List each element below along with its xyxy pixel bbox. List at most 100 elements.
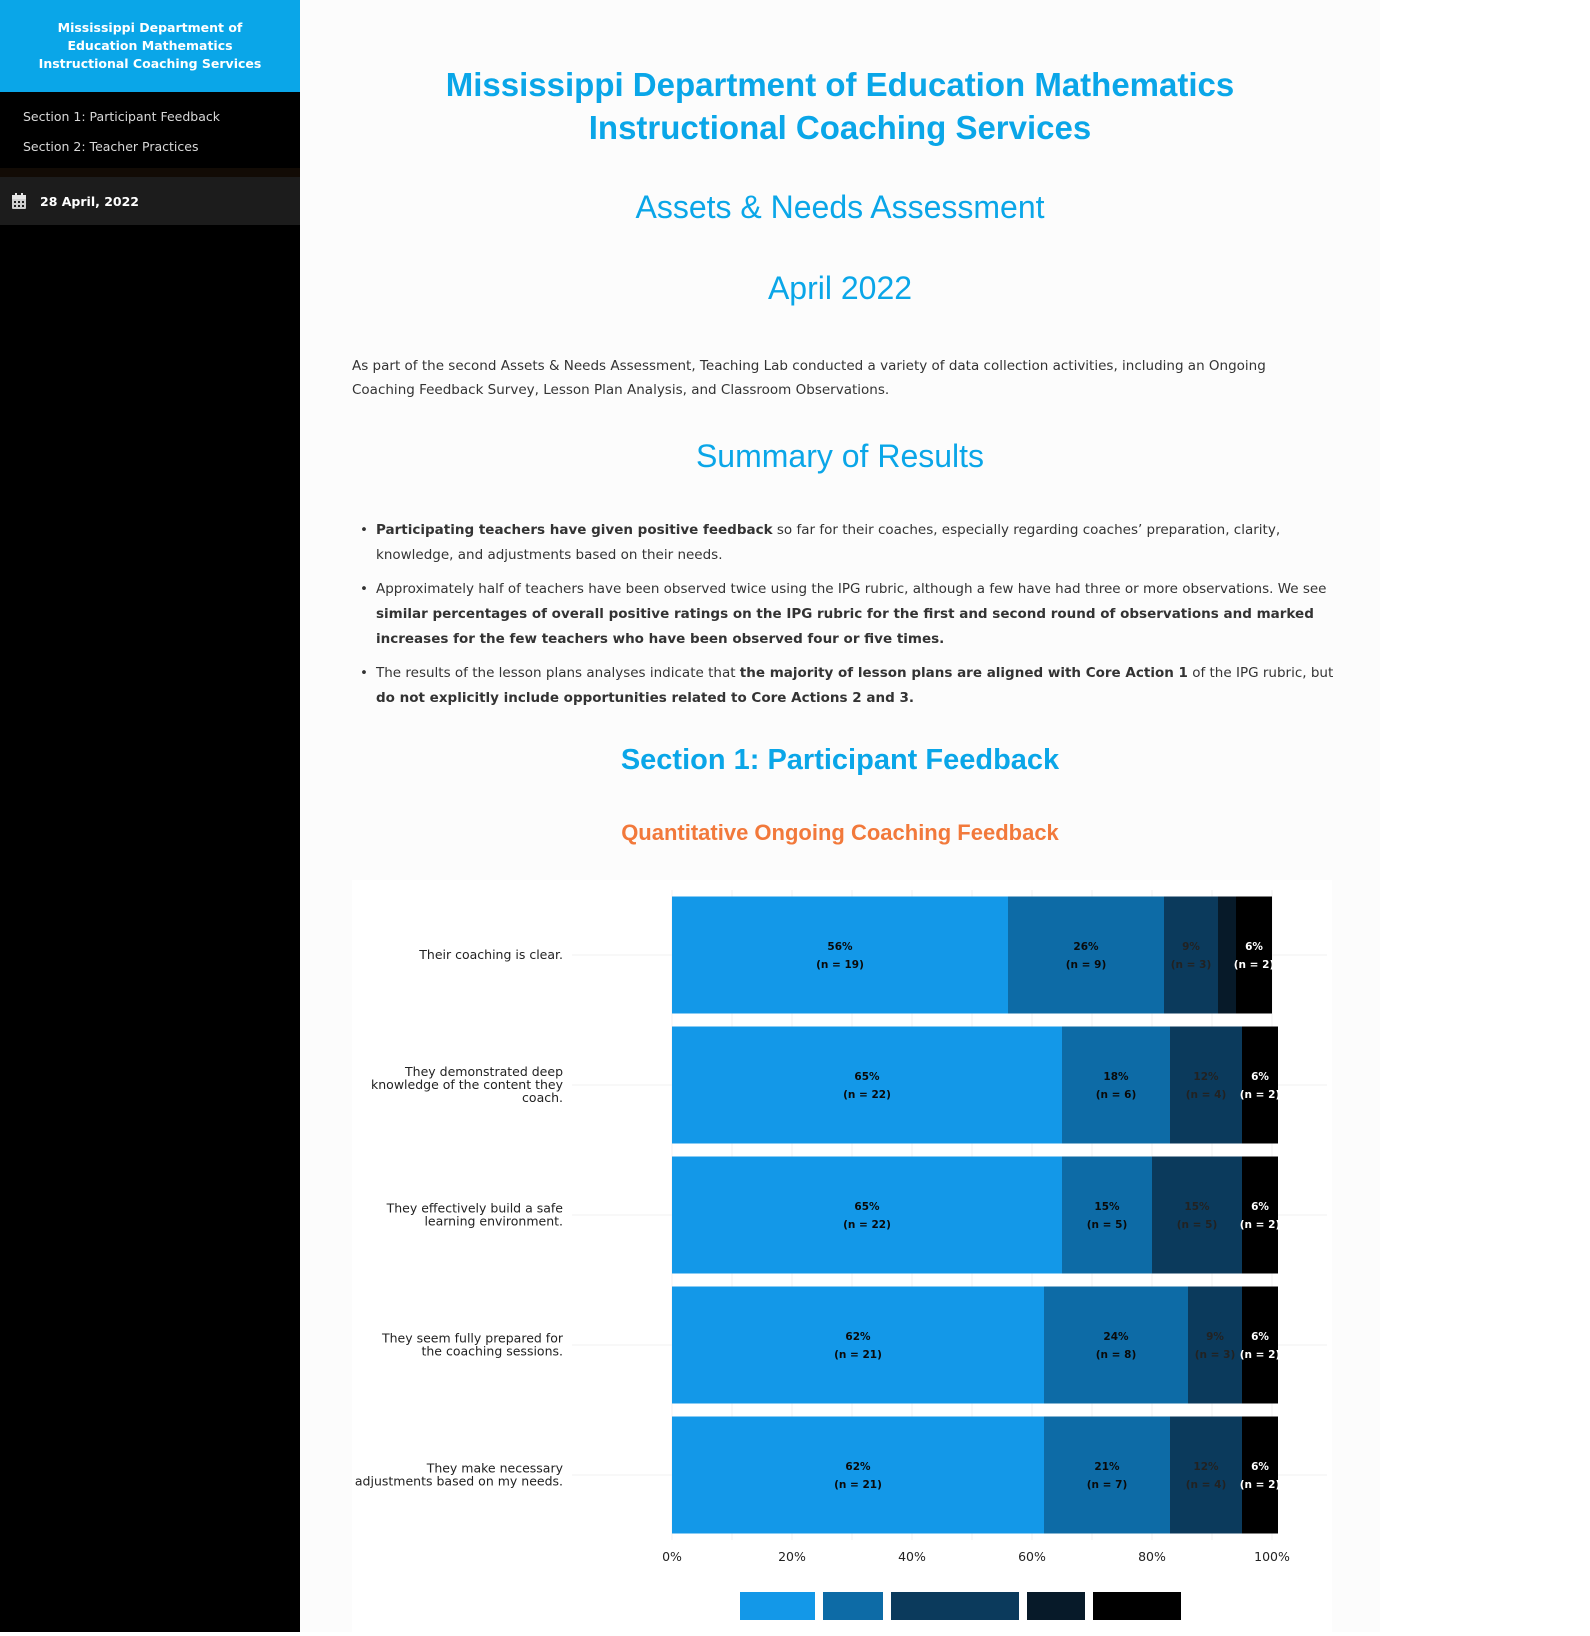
data-label: (n = 19): [816, 959, 864, 971]
data-label: 21%: [1094, 1461, 1120, 1473]
data-label: 12%: [1193, 1461, 1219, 1473]
bar-segment: [1242, 1286, 1278, 1404]
intro-paragraph: As part of the second Assets & Needs Ass…: [352, 358, 1266, 398]
summary-list: Participating teachers have given positi…: [352, 518, 1352, 720]
bullet-text: of the IPG rubric, but: [1187, 665, 1334, 681]
data-label: 15%: [1184, 1201, 1210, 1213]
data-label: (n = 6): [1096, 1089, 1137, 1101]
date-heading: April 2022: [767, 270, 913, 306]
legend-swatch: [1093, 1592, 1181, 1620]
subtitle: Assets & Needs Assessment: [635, 189, 1045, 225]
category-label: Their coaching is clear.: [418, 947, 563, 962]
bar-segment: [1062, 1026, 1170, 1144]
bullet-text: The results of the lesson plans analyses…: [376, 665, 740, 681]
bullet-bold-text: Participating teachers have given positi…: [376, 522, 773, 538]
data-label: 6%: [1251, 1331, 1269, 1343]
bar-segment: [1242, 1156, 1278, 1274]
sidebar-divider: [0, 168, 300, 177]
category-label: They effectively build a safe learning en…: [386, 1201, 564, 1229]
bar-segment: [672, 1286, 1044, 1404]
feedback-chart: Their coaching is clear. 56% (n = 19) 26% (n…: [352, 880, 1332, 1632]
page-title-line1: Mississippi Department of Education Math…: [445, 66, 1235, 103]
sidebar-nav: Section 1: Participant Feedback Section …: [0, 92, 300, 168]
bar-segment: [672, 1026, 1062, 1144]
bar-segment: [1188, 1286, 1242, 1404]
summary-bullet: The results of the lesson plans analyses…: [352, 661, 1352, 711]
sidebar-title[interactable]: Mississippi Department of Education Math…: [0, 0, 300, 92]
bar-segment: [1044, 1416, 1170, 1534]
x-tick-label: 60%: [1018, 1549, 1046, 1564]
data-label: 65%: [854, 1071, 880, 1083]
data-label: (n = 22): [843, 1219, 891, 1231]
data-label: (n = 21): [834, 1479, 882, 1491]
chart-svg: Their coaching is clear. 56% (n = 19) 26% (n…: [355, 890, 1327, 1620]
category-label-line: learning environment.: [424, 1214, 563, 1229]
category-label-line: adjustments based on my needs.: [355, 1474, 563, 1489]
page-title: Mississippi Department of Education Math…: [300, 63, 1380, 149]
x-tick-label: 20%: [778, 1549, 806, 1564]
legend-swatch: [1027, 1592, 1085, 1620]
category-label-line: coach.: [522, 1090, 563, 1105]
data-label: 6%: [1251, 1071, 1269, 1083]
data-label: (n = 4): [1186, 1479, 1227, 1491]
x-tick-label: 40%: [898, 1549, 926, 1564]
bar-segment: [1062, 1156, 1152, 1274]
data-label: (n = 2): [1240, 1089, 1281, 1101]
bar-segment: [1242, 1026, 1278, 1144]
data-label: (n = 4): [1186, 1089, 1227, 1101]
bullet-bold-text: the majority of lesson plans are aligned…: [739, 665, 1188, 681]
bar-segment: [672, 1156, 1062, 1274]
bar-segment: [1044, 1286, 1188, 1404]
sidebar-item-teacher-practices[interactable]: Section 2: Teacher Practices: [0, 132, 300, 162]
bar-segment: [1008, 896, 1164, 1014]
bar-segment: [1218, 896, 1236, 1014]
data-label: (n = 5): [1177, 1219, 1218, 1231]
sidebar-date-text: 28 April, 2022: [40, 193, 139, 209]
data-label: (n = 3): [1195, 1349, 1236, 1361]
data-label: 15%: [1094, 1201, 1120, 1213]
bar-segment: [1152, 1156, 1242, 1274]
legend-swatch: [823, 1592, 883, 1620]
category-label: They make necessary adjustments based on …: [355, 1461, 564, 1489]
chart-heading: Quantitative Ongoing Coaching Feedback: [621, 820, 1059, 845]
category-label: They seem fully prepared for the coaching…: [381, 1331, 564, 1359]
data-label: 6%: [1251, 1201, 1269, 1213]
data-label: (n = 21): [834, 1349, 882, 1361]
data-label: 65%: [854, 1201, 880, 1213]
sidebar-date: 28 April, 2022: [0, 177, 300, 225]
data-label: 62%: [845, 1461, 871, 1473]
main-content: Mississippi Department of Education Math…: [300, 0, 1380, 1632]
x-tick-label: 100%: [1254, 1549, 1290, 1564]
data-label: (n = 8): [1096, 1349, 1137, 1361]
data-label: 26%: [1073, 941, 1099, 953]
data-label: (n = 22): [843, 1089, 891, 1101]
data-label: (n = 2): [1240, 1479, 1281, 1491]
x-tick-label: 0%: [662, 1549, 682, 1564]
data-label: 9%: [1182, 941, 1200, 953]
legend-swatch: [740, 1592, 815, 1620]
x-tick-label: 80%: [1138, 1549, 1166, 1564]
category-label-line: Their coaching is clear.: [418, 947, 563, 962]
category-label-line: the coaching sessions.: [421, 1344, 563, 1359]
bar-segment: [1236, 896, 1272, 1014]
bullet-bold-text: similar percentages of overall positive …: [376, 606, 1314, 647]
data-label: 6%: [1245, 941, 1263, 953]
bar-segment: [1164, 896, 1218, 1014]
data-label: (n = 3): [1171, 959, 1212, 971]
data-label: 62%: [845, 1331, 871, 1343]
summary-bullet: Approximately half of teachers have been…: [352, 577, 1352, 652]
bar-segment: [1242, 1416, 1278, 1534]
bullet-text: Approximately half of teachers have been…: [376, 581, 1327, 597]
sidebar-item-participant-feedback[interactable]: Section 1: Participant Feedback: [0, 102, 300, 132]
bar-segment: [1170, 1416, 1242, 1534]
section1-heading: Section 1: Participant Feedback: [620, 744, 1060, 776]
sidebar: Mississippi Department of Education Math…: [0, 0, 300, 1632]
bullet-bold-text: do not explicitly include opportunities …: [376, 690, 914, 706]
bar-segment: [672, 1416, 1044, 1534]
data-label: (n = 5): [1087, 1219, 1128, 1231]
legend-swatch: [891, 1592, 1019, 1620]
data-label: (n = 2): [1240, 1219, 1281, 1231]
data-label: 9%: [1206, 1331, 1224, 1343]
data-label: (n = 7): [1087, 1479, 1128, 1491]
data-label: 12%: [1193, 1071, 1219, 1083]
